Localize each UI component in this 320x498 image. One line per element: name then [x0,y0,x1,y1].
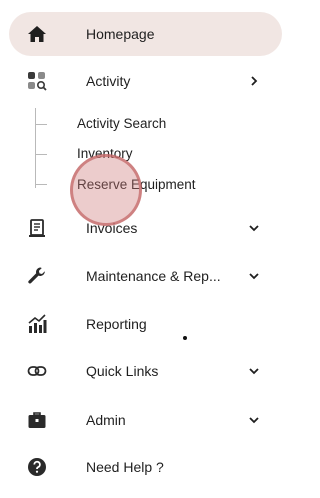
briefcase-icon [27,410,47,430]
sidebar-item-admin[interactable]: Admin [9,398,282,442]
sidebar-item-homepage[interactable]: Homepage [9,12,282,56]
tree-line [35,108,36,188]
sidebar-item-maintenance[interactable]: Maintenance & Rep... [9,254,282,298]
chart-icon [27,314,47,334]
chevron-down-icon [248,222,260,234]
home-icon [27,24,47,44]
chevron-right-icon [248,75,260,87]
submenu-item-activity-search[interactable]: Activity Search [77,116,166,131]
sidebar-item-label: Need Help ? [86,459,164,475]
sidebar-item-quick-links[interactable]: Quick Links [9,349,282,393]
tree-branch [35,124,47,125]
sidebar-item-activity[interactable]: Activity [9,59,282,103]
sidebar-item-label: Quick Links [86,363,159,379]
sidebar-item-label: Admin [86,412,126,428]
click-indicator [70,154,142,226]
wrench-icon [27,266,47,286]
sidebar-item-label: Homepage [86,26,155,42]
cursor-dot [183,336,187,340]
help-icon [27,457,47,477]
chevron-down-icon [248,270,260,282]
chevron-down-icon [248,365,260,377]
sidebar-item-label: Maintenance & Rep... [86,268,221,284]
tree-branch [35,184,47,185]
sidebar-item-label: Activity [86,73,131,89]
invoice-icon [27,218,47,238]
sidebar-item-reporting[interactable]: Reporting [9,302,282,346]
chevron-down-icon [248,414,260,426]
sidebar-nav: Homepage Activity Activity Search Invent… [0,0,283,498]
sidebar-item-invoices[interactable]: Invoices [9,206,282,250]
sidebar-item-label: Reporting [86,316,147,332]
tree-branch [35,154,47,155]
activity-icon [27,71,47,91]
sidebar-item-help[interactable]: Need Help ? [9,445,282,489]
link-icon [27,361,47,381]
